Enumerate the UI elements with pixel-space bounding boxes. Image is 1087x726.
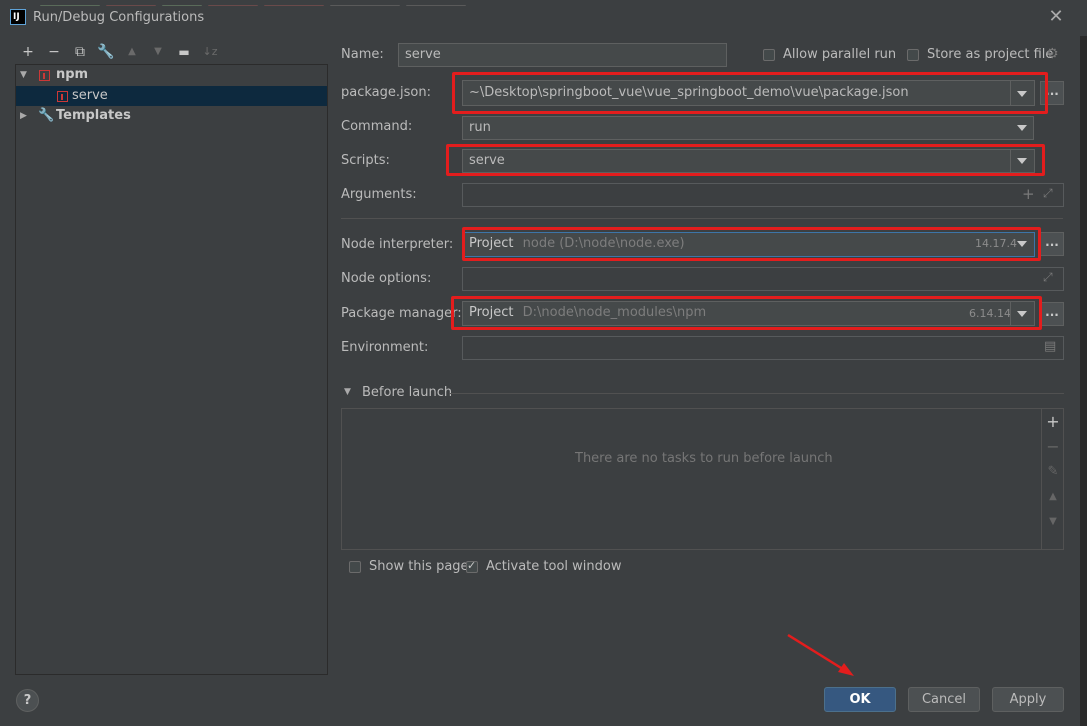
close-icon[interactable]: ✕ <box>1047 7 1065 27</box>
document-icon[interactable]: ▤ <box>1044 339 1056 354</box>
store-as-project-label: Store as project file <box>927 47 1054 62</box>
before-launch-toolbar: + − ✎ ▲ ▼ <box>1041 409 1064 549</box>
configuration-tree: ▼ npm serve ▶ 🔧 Templates <box>15 64 328 675</box>
scripts-label: Scripts: <box>341 153 390 168</box>
tree-item-templates[interactable]: ▶ 🔧 Templates <box>16 106 327 126</box>
allow-parallel-checkbox[interactable] <box>763 49 775 61</box>
edit-task-icon[interactable]: ✎ <box>1042 461 1064 483</box>
dialog-title: Run/Debug Configurations <box>33 10 205 25</box>
highlight-box <box>451 296 1042 330</box>
npm-icon <box>39 70 50 81</box>
intellij-app-icon: IJ <box>10 9 26 25</box>
remove-task-icon[interactable]: − <box>1042 436 1064 458</box>
help-button[interactable]: ? <box>16 689 39 712</box>
separator <box>449 393 1064 394</box>
name-input[interactable]: serve <box>398 43 727 67</box>
node-interpreter-label: Node interpreter: <box>341 237 454 252</box>
before-launch-list <box>341 408 1064 550</box>
cancel-button[interactable]: Cancel <box>908 687 980 712</box>
new-folder-icon[interactable]: ▬ <box>175 42 193 62</box>
arguments-input[interactable] <box>462 183 1064 207</box>
name-label: Name: <box>341 47 384 62</box>
annotation-arrow <box>787 633 854 676</box>
background-editor-tabs <box>40 0 800 6</box>
expand-icon[interactable]: ⤢ <box>1043 186 1053 201</box>
tree-item-npm[interactable]: ▼ npm <box>16 65 327 85</box>
highlight-box <box>446 144 1045 176</box>
move-up-icon[interactable]: ▲ <box>1042 486 1064 508</box>
command-label: Command: <box>341 119 413 134</box>
collapse-arrow-icon[interactable]: ▼ <box>344 387 351 397</box>
remove-icon[interactable]: − <box>45 42 63 62</box>
browse-package-manager-button[interactable]: ... <box>1040 302 1064 326</box>
expand-arrow-icon[interactable]: ▼ <box>20 65 30 85</box>
wrench-icon[interactable]: 🔧 <box>97 42 115 62</box>
collapse-arrow-icon[interactable]: ▶ <box>20 106 30 126</box>
highlight-box <box>462 227 1041 261</box>
node-options-input[interactable] <box>462 267 1064 291</box>
chevron-down-icon[interactable] <box>1017 125 1027 131</box>
separator <box>341 218 1063 219</box>
move-down-icon[interactable]: ▼ <box>1042 511 1064 533</box>
activate-tool-window-checkbox[interactable] <box>466 559 478 573</box>
node-options-label: Node options: <box>341 271 432 286</box>
tree-item-serve[interactable]: serve <box>16 86 327 106</box>
window-edge <box>1080 36 1087 726</box>
arguments-label: Arguments: <box>341 187 417 202</box>
activate-tool-window-label: Activate tool window <box>486 559 622 574</box>
expand-icon[interactable]: ⤢ <box>1043 270 1053 285</box>
environment-input[interactable] <box>462 336 1064 360</box>
gear-icon[interactable]: ⚙ <box>1046 46 1059 62</box>
before-launch-title: Before launch <box>362 385 453 400</box>
highlight-box <box>452 72 1048 114</box>
wrench-icon: 🔧 <box>38 108 55 123</box>
browse-interpreter-button[interactable]: ... <box>1040 232 1064 256</box>
command-select[interactable]: run <box>462 116 1034 140</box>
npm-icon <box>57 91 68 102</box>
package-json-label: package.json: <box>341 85 431 100</box>
show-this-page-label: Show this page <box>369 559 469 574</box>
environment-label: Environment: <box>341 340 429 355</box>
sort-icon[interactable]: ↓z <box>201 42 219 62</box>
tree-item-label: npm <box>56 67 89 82</box>
apply-button[interactable]: Apply <box>992 687 1064 712</box>
move-down-icon[interactable]: ▼ <box>149 42 167 62</box>
add-icon[interactable]: + <box>19 42 37 62</box>
store-as-project-checkbox[interactable] <box>907 49 919 61</box>
tree-item-label: serve <box>72 88 108 103</box>
show-this-page-checkbox[interactable] <box>349 561 361 573</box>
allow-parallel-label: Allow parallel run <box>783 47 897 62</box>
plus-icon[interactable]: + <box>1022 185 1035 203</box>
tree-item-label: Templates <box>56 108 131 123</box>
copy-icon[interactable]: ⧉ <box>71 42 89 62</box>
before-launch-empty-text: There are no tasks to run before launch <box>575 451 833 466</box>
add-task-icon[interactable]: + <box>1042 411 1064 433</box>
package-manager-label: Package manager: <box>341 306 462 321</box>
ok-button[interactable]: OK <box>824 687 896 712</box>
move-up-icon[interactable]: ▲ <box>123 42 141 62</box>
